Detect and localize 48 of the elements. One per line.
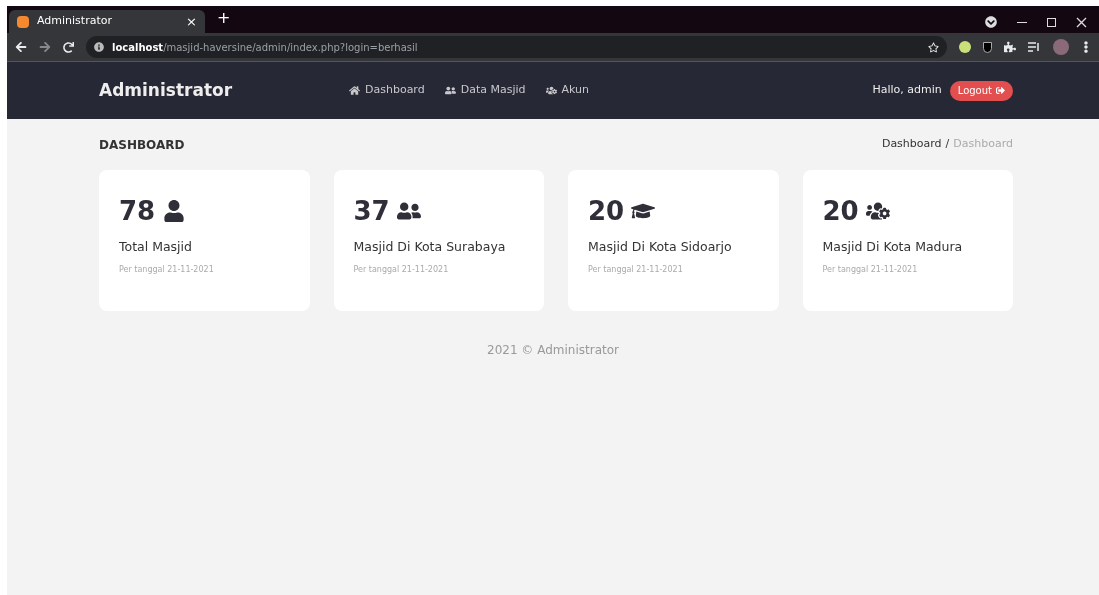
page-title: DASHBOARD [99,137,185,154]
stat-label: Masjid Di Kota Surabaya [353,238,507,256]
forward-icon[interactable] [39,41,51,53]
extensions-icon[interactable] [1004,41,1016,53]
site-icon [17,15,29,28]
tab-search-icon[interactable] [985,16,997,28]
menu-icon[interactable] [1081,41,1091,53]
reload-icon[interactable] [63,41,74,53]
home-icon [349,85,360,96]
stat-date: Per tanggal 21-11-2021 [822,263,919,276]
url-text: localhost/masjid-haversine/admin/index.php?login=berhasil [112,40,418,55]
info-icon [94,42,104,52]
playlist-icon[interactable] [1028,41,1041,53]
sign-out-icon [996,86,1005,95]
nav-link[interactable]: Data Masjid [444,82,526,99]
stat-date: Per tanggal 21-11-2021 [588,263,684,276]
stat-value: 20 [588,198,625,224]
close-icon[interactable] [1076,16,1087,28]
stat-value: 37 [353,198,390,224]
stat-date: Per tanggal 21-11-2021 [119,263,215,276]
avatar[interactable] [1053,39,1069,55]
close-tab-button[interactable]: × [186,11,197,32]
person-icon [162,200,187,222]
stat-value: 20 [822,198,859,224]
new-tab-button[interactable]: + [217,6,231,30]
footer-text: 2021 © Administrator [487,342,619,359]
address-bar[interactable]: localhost/masjid-haversine/admin/index.php?login=berhasil [86,36,947,58]
breadcrumb-link[interactable]: Dashboard [881,136,942,154]
back-icon[interactable] [15,41,27,53]
nav-link[interactable]: Akun [545,82,589,99]
stat-date: Per tanggal 21-11-2021 [353,263,450,276]
greeting-text: Hallo, admin [872,82,942,99]
logout-button[interactable]: Logout [949,80,1013,101]
two-people-icon [396,200,421,222]
stat-label: Total Masjid [119,238,193,256]
two-people-icon [444,85,456,96]
brand-title[interactable]: Administrator [99,77,349,104]
people-gear-icon [545,85,557,96]
nav-link[interactable]: Dashboard [349,82,425,99]
stat-value: 78 [119,198,156,224]
minimize-icon[interactable] [1017,21,1027,23]
restore-icon[interactable] [1047,17,1056,27]
tab-title[interactable]: Administrator [37,13,179,30]
stat-label: Masjid Di Kota Sidoarjo [588,238,733,256]
bookmark-star-icon[interactable] [928,41,939,53]
stat-label: Masjid Di Kota Madura [822,238,964,256]
breadcrumb-separator: / [945,136,950,152]
people-gear-icon [865,200,890,222]
